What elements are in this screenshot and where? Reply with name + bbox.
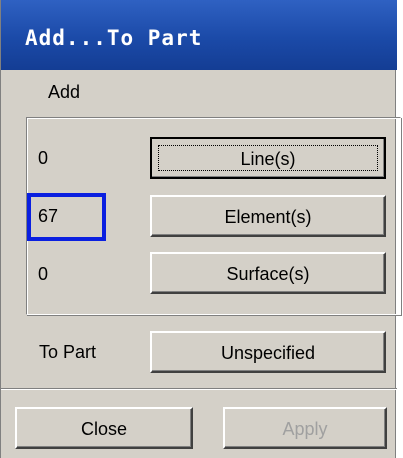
add-to-part-dialog: Add...To Part Add 0 Line(s) 67 Element(s… [0, 0, 401, 458]
close-button-label: Close [80, 419, 128, 439]
add-menu[interactable]: Add [48, 82, 80, 103]
elements-button[interactable]: Element(s) [150, 195, 386, 237]
close-button[interactable]: Close [15, 407, 193, 449]
part-select-button[interactable]: Unspecified [150, 331, 386, 373]
surfaces-button[interactable]: Surface(s) [150, 252, 386, 294]
element-count-highlight [27, 193, 106, 241]
line-count: 0 [38, 148, 49, 168]
surfaces-button-label: Surface(s) [226, 264, 310, 284]
to-part-label: To Part [39, 342, 97, 362]
apply-button[interactable]: Apply [223, 407, 387, 449]
window-title: Add...To Part [25, 26, 203, 50]
elements-button-label: Element(s) [224, 207, 312, 227]
title-bar[interactable]: Add...To Part [1, 0, 397, 70]
lines-button-label: Line(s) [240, 149, 296, 169]
separator [1, 388, 397, 390]
part-select-value: Unspecified [220, 343, 316, 363]
surface-count: 0 [38, 264, 49, 284]
lines-button[interactable]: Line(s) [150, 137, 386, 179]
apply-button-label: Apply [282, 419, 328, 439]
